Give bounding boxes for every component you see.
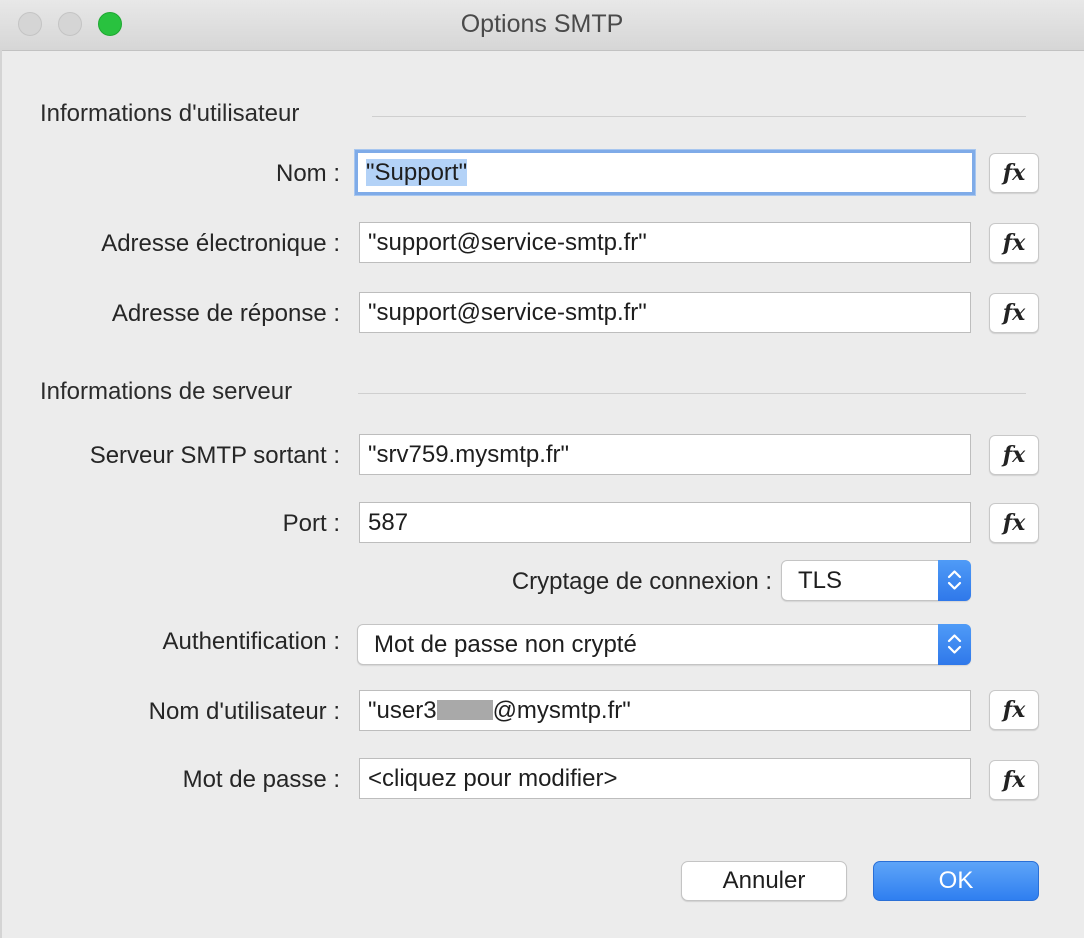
reply-formula-button[interactable]: fx xyxy=(989,293,1039,333)
email-label: Adresse électronique : xyxy=(101,230,340,257)
password-field[interactable]: <cliquez pour modifier> xyxy=(359,758,971,799)
password-formula-button[interactable]: fx xyxy=(989,760,1039,800)
encryption-value: TLS xyxy=(798,567,843,594)
email-formula-button[interactable]: fx xyxy=(989,223,1039,263)
section-user-info: Informations d'utilisateur xyxy=(40,100,300,127)
username-prefix: "user3 xyxy=(368,697,437,724)
username-label: Nom d'utilisateur : xyxy=(148,698,340,725)
smtp-server-formula-button[interactable]: fx xyxy=(989,435,1039,475)
nom-label: Nom : xyxy=(275,160,340,187)
window-edge xyxy=(0,50,2,938)
section-divider xyxy=(372,116,1026,117)
username-formula-button[interactable]: fx xyxy=(989,690,1039,730)
port-formula-button[interactable]: fx xyxy=(989,503,1039,543)
nom-field[interactable]: "Support" xyxy=(355,150,975,195)
encryption-select[interactable]: TLS xyxy=(781,560,971,601)
auth-select[interactable]: Mot de passe non crypté xyxy=(357,624,971,665)
username-suffix: @mysmtp.fr" xyxy=(492,697,631,724)
smtp-server-field[interactable]: "srv759.mysmtp.fr" xyxy=(359,434,971,475)
encryption-label: Cryptage de connexion : xyxy=(511,568,772,595)
port-label: Port : xyxy=(282,510,340,537)
reply-field[interactable]: "support@service-smtp.fr" xyxy=(359,292,971,333)
username-field[interactable]: "user3 @mysmtp.fr" xyxy=(359,690,971,731)
ok-button[interactable]: OK xyxy=(873,861,1039,901)
section-server-info: Informations de serveur xyxy=(40,378,293,405)
cancel-button[interactable]: Annuler xyxy=(681,861,847,901)
smtp-server-label: Serveur SMTP sortant : xyxy=(89,442,340,469)
updown-chevron-icon xyxy=(938,624,971,665)
password-label: Mot de passe : xyxy=(182,766,340,793)
auth-value: Mot de passe non crypté xyxy=(374,631,637,658)
auth-label: Authentification : xyxy=(162,628,340,655)
nom-value: "Support" xyxy=(366,159,468,186)
nom-formula-button[interactable]: fx xyxy=(989,153,1039,193)
section-divider xyxy=(358,393,1026,394)
port-field[interactable]: 587 xyxy=(359,502,971,543)
reply-label: Adresse de réponse : xyxy=(111,300,340,327)
title-bar: Options SMTP xyxy=(0,0,1084,51)
window-title: Options SMTP xyxy=(460,10,624,38)
redaction-block xyxy=(436,699,493,720)
email-field[interactable]: "support@service-smtp.fr" xyxy=(359,222,971,263)
updown-chevron-icon xyxy=(938,560,971,601)
